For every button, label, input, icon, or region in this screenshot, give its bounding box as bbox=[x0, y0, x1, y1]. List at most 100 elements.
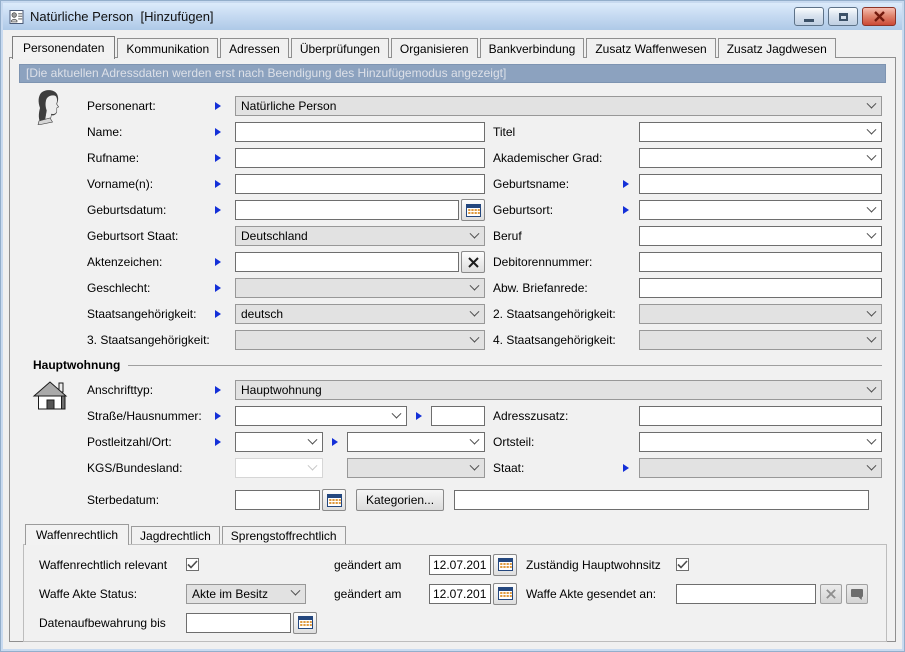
calendar-icon bbox=[466, 204, 481, 217]
titlebar: Natürliche Person [Hinzufügen] bbox=[3, 3, 902, 30]
hauptwohnung-section-header: Hauptwohnung bbox=[10, 353, 895, 377]
titel-label: Titel bbox=[493, 125, 623, 139]
geburtsort-select[interactable] bbox=[639, 200, 882, 220]
tab-ueberpruefungen[interactable]: Überprüfungen bbox=[291, 38, 389, 58]
relevant-date-calendar-button[interactable] bbox=[493, 554, 517, 576]
minimize-icon bbox=[804, 19, 814, 22]
calendar-icon bbox=[327, 494, 342, 507]
akte-status-label: Waffe Akte Status: bbox=[39, 587, 186, 601]
akte-status-date-input[interactable] bbox=[429, 584, 491, 604]
akte-status-calendar-button[interactable] bbox=[493, 583, 517, 605]
person-profile-icon bbox=[32, 89, 66, 130]
close-button[interactable] bbox=[862, 7, 896, 26]
required-icon bbox=[215, 206, 221, 214]
kgs-select bbox=[235, 458, 323, 478]
geburtsdatum-calendar-button[interactable] bbox=[461, 199, 485, 221]
staatsangehoerigkeit3-select[interactable] bbox=[235, 330, 485, 350]
subtab-waffenrechtlich[interactable]: Waffenrechtlich bbox=[25, 524, 129, 545]
gesendet-comment-button[interactable] bbox=[846, 584, 868, 604]
subtab-sprengstoffrechtlich[interactable]: Sprengstoffrechtlich bbox=[222, 526, 346, 544]
akte-status-select[interactable]: Akte im Besitz bbox=[186, 584, 306, 604]
ortsteil-select[interactable] bbox=[639, 432, 882, 452]
required-icon bbox=[215, 386, 221, 394]
tab-bankverbindung[interactable]: Bankverbindung bbox=[480, 38, 585, 58]
geschlecht-select[interactable] bbox=[235, 278, 485, 298]
datenaufbewahrung-calendar-button[interactable] bbox=[293, 612, 317, 634]
kategorien-input[interactable] bbox=[454, 490, 869, 510]
sterbedatum-label: Sterbedatum: bbox=[87, 493, 215, 507]
bundesland-select[interactable] bbox=[347, 458, 485, 478]
geburtsort-staat-label: Geburtsort Staat: bbox=[87, 229, 215, 243]
tab-personendaten[interactable]: Personendaten bbox=[12, 36, 115, 59]
staat-label: Staat: bbox=[493, 461, 623, 475]
chevron-down-icon bbox=[867, 202, 877, 212]
waffen-relevant-checkbox[interactable] bbox=[186, 558, 199, 571]
postleitzahl-select[interactable] bbox=[235, 432, 323, 452]
tab-adressen[interactable]: Adressen bbox=[220, 38, 289, 58]
personenart-select[interactable]: Natürliche Person bbox=[235, 96, 882, 116]
geburtsdatum-input[interactable] bbox=[235, 200, 459, 220]
chevron-down-icon bbox=[867, 124, 877, 134]
rufname-input[interactable] bbox=[235, 148, 485, 168]
chevron-down-icon bbox=[392, 408, 402, 418]
tab-kommunikation[interactable]: Kommunikation bbox=[117, 38, 218, 58]
sub-tabs: Waffenrechtlich Jagdrechtlich Sprengstof… bbox=[23, 523, 887, 544]
geburtsort-label: Geburtsort: bbox=[493, 203, 623, 217]
chevron-down-icon bbox=[470, 280, 480, 290]
relevant-date-input[interactable] bbox=[429, 555, 491, 575]
vorname-input[interactable] bbox=[235, 174, 485, 194]
titel-select[interactable] bbox=[639, 122, 882, 142]
kategorien-button[interactable]: Kategorien... bbox=[356, 489, 444, 511]
gesendet-an-label: Waffe Akte gesendet an: bbox=[526, 587, 676, 601]
tab-organisieren[interactable]: Organisieren bbox=[391, 38, 478, 58]
tab-zusatz-jagdwesen[interactable]: Zusatz Jagdwesen bbox=[718, 38, 836, 58]
hausnummer-input[interactable] bbox=[431, 406, 485, 426]
geburtsname-label: Geburtsname: bbox=[493, 177, 623, 191]
sterbedatum-calendar-button[interactable] bbox=[322, 489, 346, 511]
chevron-down-icon bbox=[470, 434, 480, 444]
gesendet-clear-button[interactable] bbox=[820, 584, 842, 604]
ort-select[interactable] bbox=[347, 432, 485, 452]
house-icon bbox=[32, 380, 68, 416]
row-staatsangehoerigkeit34: 3. Staatsangehörigkeit: 4. Staatsangehör… bbox=[10, 327, 895, 353]
chevron-down-icon bbox=[867, 306, 877, 316]
row-geburtsdatum-geburtsort: Geburtsdatum: Geburtsort: bbox=[10, 197, 895, 223]
minimize-button[interactable] bbox=[794, 7, 824, 26]
datenaufbewahrung-input[interactable] bbox=[186, 613, 291, 633]
x-cross-icon bbox=[467, 256, 480, 269]
adresszusatz-input[interactable] bbox=[639, 406, 882, 426]
personenart-label: Personenart: bbox=[87, 99, 215, 113]
aktenzeichen-clear-button[interactable] bbox=[461, 251, 485, 273]
aktenzeichen-input[interactable] bbox=[235, 252, 459, 272]
sterbedatum-input[interactable] bbox=[235, 490, 320, 510]
staatsangehoerigkeit3-label: 3. Staatsangehörigkeit: bbox=[87, 333, 215, 347]
maximize-icon bbox=[839, 13, 848, 21]
name-input[interactable] bbox=[235, 122, 485, 142]
staatsangehoerigkeit4-select[interactable] bbox=[639, 330, 882, 350]
chevron-down-icon bbox=[470, 306, 480, 316]
staatsangehoerigkeit2-select[interactable] bbox=[639, 304, 882, 324]
beruf-select[interactable] bbox=[639, 226, 882, 246]
vorname-label: Vorname(n): bbox=[87, 177, 215, 191]
gesendet-an-input[interactable] bbox=[676, 584, 816, 604]
strasse-select[interactable] bbox=[235, 406, 407, 426]
required-icon bbox=[215, 284, 221, 292]
debitorennummer-input[interactable] bbox=[639, 252, 882, 272]
zustaendig-checkbox[interactable] bbox=[676, 558, 689, 571]
geburtsort-staat-select[interactable]: Deutschland bbox=[235, 226, 485, 246]
geburtsname-input[interactable] bbox=[639, 174, 882, 194]
row-datenaufbewahrung: Datenaufbewahrung bis bbox=[24, 608, 886, 637]
row-plz-ortsteil: Postleitzahl/Ort: Ortsteil: bbox=[10, 429, 895, 455]
abw-briefanrede-input[interactable] bbox=[639, 278, 882, 298]
tab-zusatz-waffenwesen[interactable]: Zusatz Waffenwesen bbox=[586, 38, 715, 58]
akademischer-grad-select[interactable] bbox=[639, 148, 882, 168]
row-aktenzeichen-debitor: Aktenzeichen: Debitorennummer: bbox=[10, 249, 895, 275]
required-icon bbox=[215, 258, 221, 266]
chevron-down-icon bbox=[470, 460, 480, 470]
subtab-jagdrechtlich[interactable]: Jagdrechtlich bbox=[131, 526, 220, 544]
anschrifttyp-select[interactable]: Hauptwohnung bbox=[235, 380, 882, 400]
maximize-button[interactable] bbox=[828, 7, 858, 26]
staatsangehoerigkeit-select[interactable]: deutsch bbox=[235, 304, 485, 324]
required-icon bbox=[623, 206, 629, 214]
staat-select[interactable] bbox=[639, 458, 882, 478]
